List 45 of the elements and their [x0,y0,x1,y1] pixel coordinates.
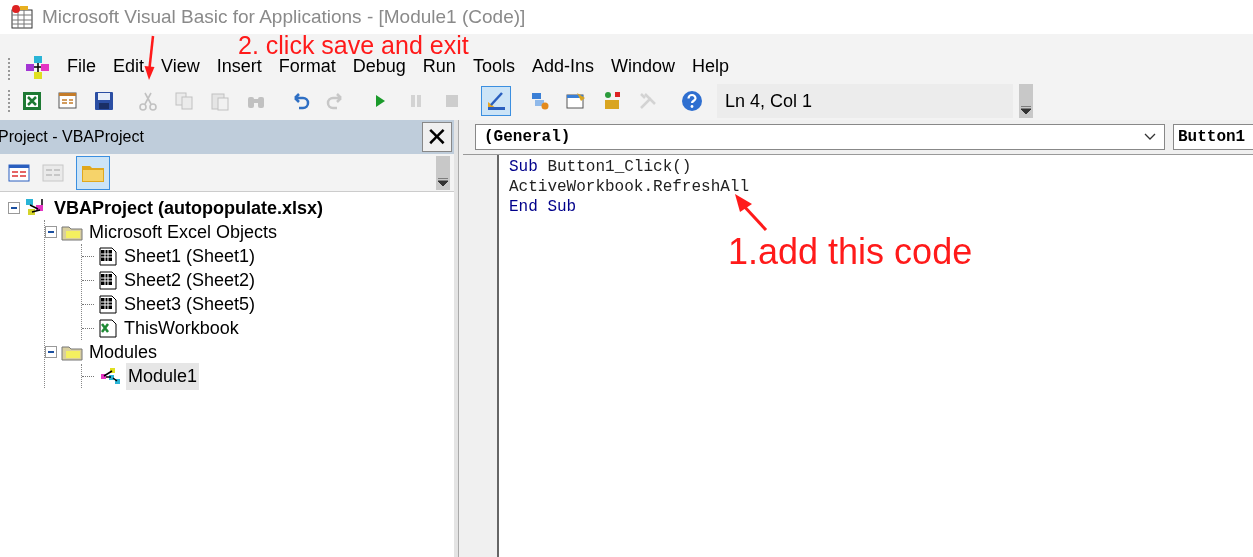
procedure-dropdown[interactable]: Button1 [1173,124,1253,150]
menu-item[interactable]: Add-Ins [529,53,596,80]
app-icon [8,4,34,30]
collapse-icon[interactable] [45,226,57,238]
clipboard-icon [209,90,231,112]
form-icon [57,90,79,112]
form-icon [42,163,64,182]
chevron-down-icon [1144,133,1156,141]
menu-item[interactable]: View [159,53,202,80]
workbook-icon [98,318,118,338]
toggle-folders-button[interactable] [76,155,110,190]
code-line: End Sub [509,197,577,217]
menu-item[interactable]: Help [690,53,731,80]
close-button[interactable]: ✕ [422,122,452,152]
folder-icon [61,343,83,361]
menu-item[interactable]: Edit [111,53,147,80]
folder-icon [61,223,83,241]
sheet-icon [98,270,118,290]
collapse-icon[interactable] [8,202,20,214]
copy-icon [173,90,195,112]
scissors-icon [137,90,159,112]
menu-item[interactable]: File [65,53,98,80]
menu-item[interactable]: Tools [470,53,517,80]
menu-item[interactable]: Window [608,53,677,80]
position-field: Ln 4, Col 1 [717,84,1013,118]
code-line: ActiveWorkbook.RefreshAll [509,177,750,197]
window-title: Microsoft Visual Basic for Applications - [Module1 (Code)] [42,4,526,29]
module-icon [98,366,122,386]
sheet-icon [98,246,118,266]
annotation-text: 1.add this code [728,234,973,270]
sheet-icon [98,294,118,314]
design-button[interactable] [481,86,511,116]
ruler-pencil-icon [485,90,507,112]
code-line: Sub Button1_Click() [509,157,692,177]
help-icon [681,90,703,112]
panel-title: Project - VBAProject [0,127,144,147]
annotation-arrow [144,34,155,81]
tree-item[interactable]: Module1 [126,362,200,390]
toolbar-options-icon[interactable] [436,155,450,190]
code-window-icon [8,163,30,182]
object-dropdown[interactable]: (General) [475,124,1165,150]
toolbar-options-icon[interactable] [1019,84,1033,118]
vba-icon [24,54,52,80]
collapse-icon[interactable] [45,346,57,358]
properties-icon [565,90,587,112]
